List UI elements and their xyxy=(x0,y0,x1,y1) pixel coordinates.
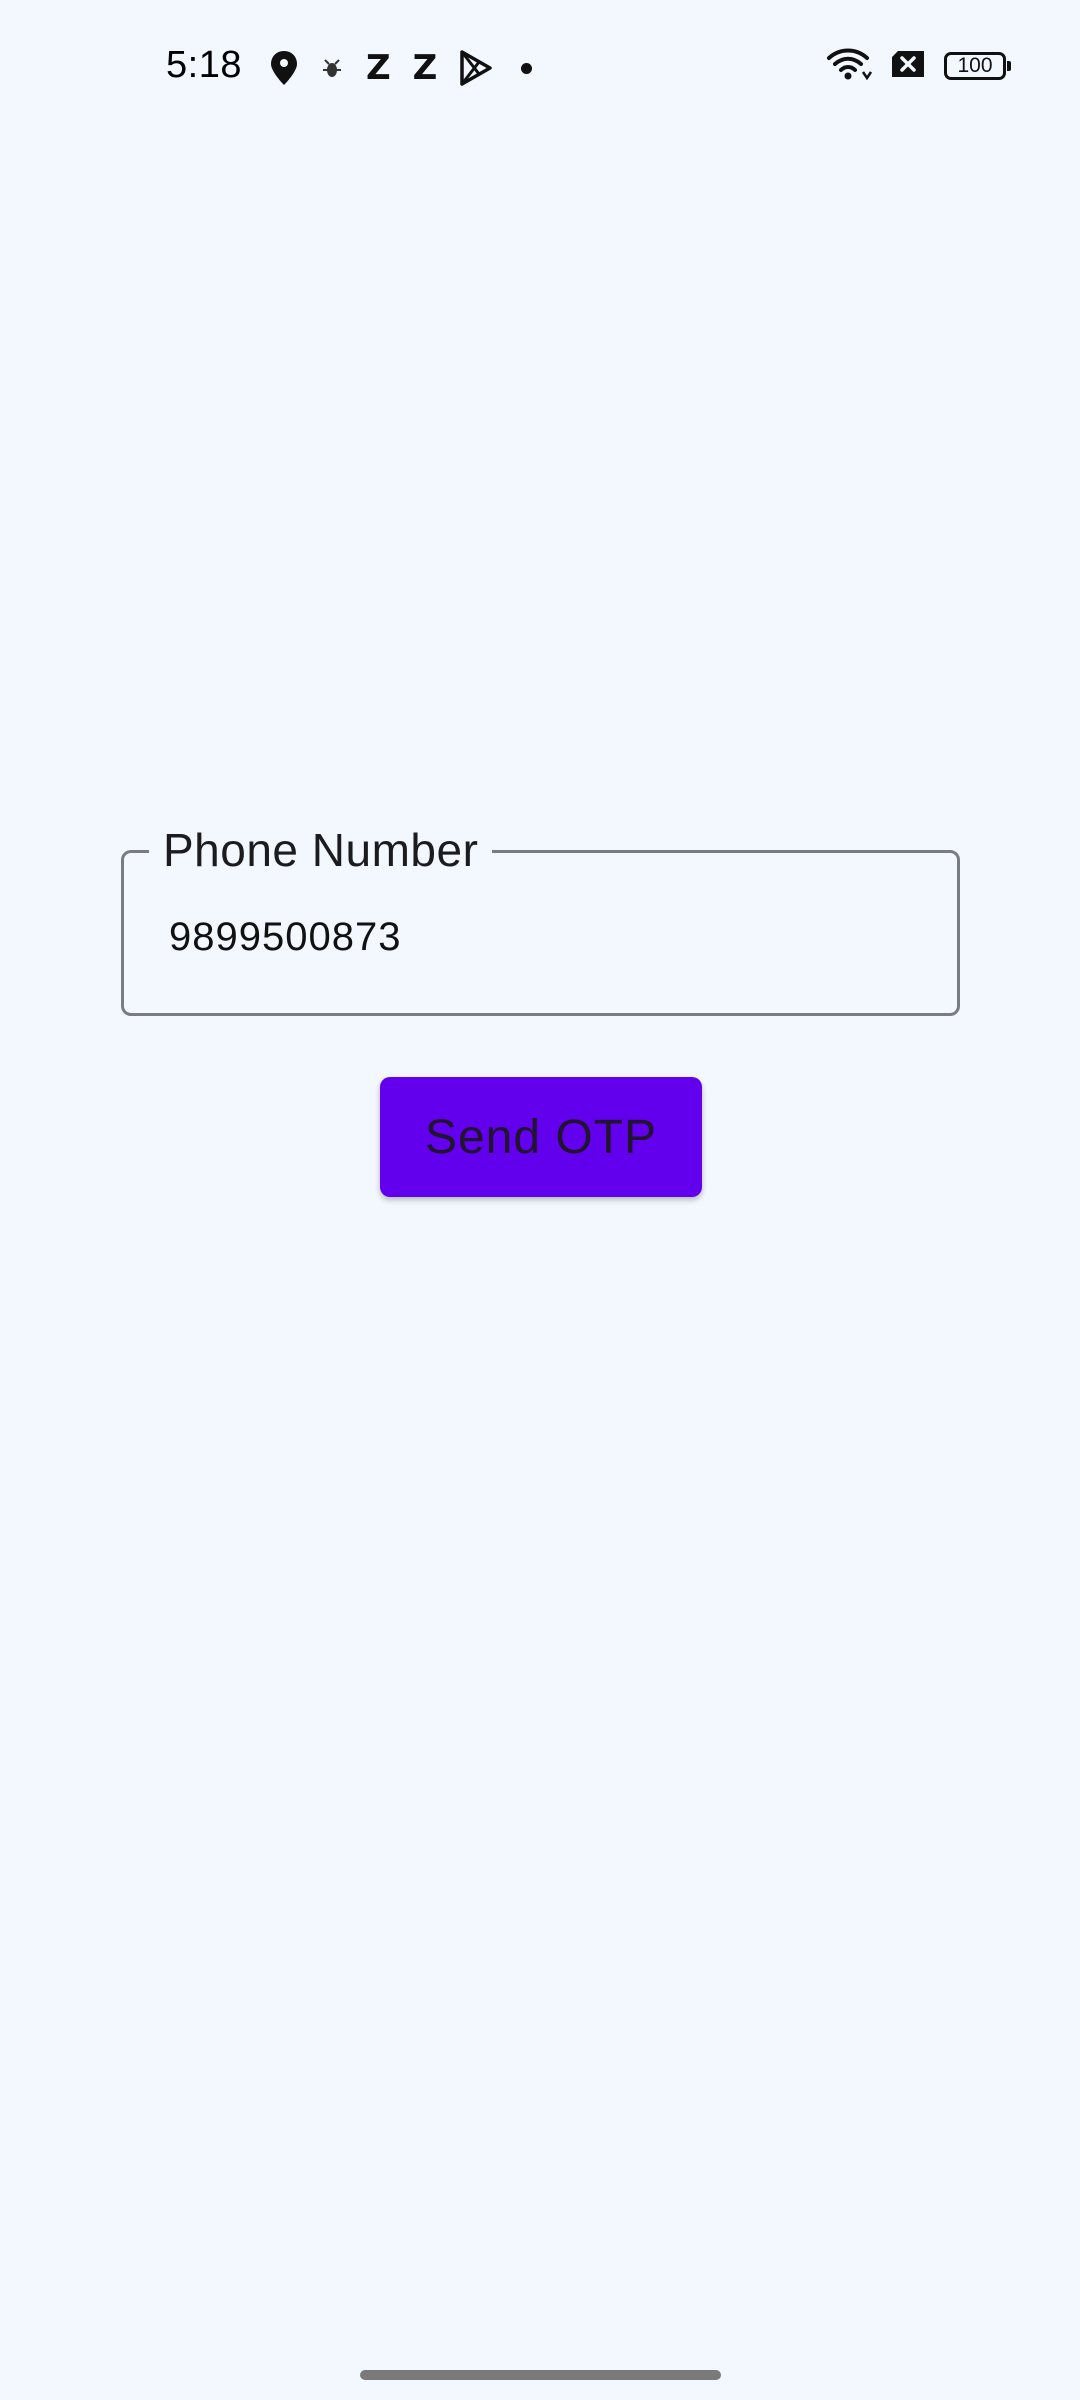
system-icons: 100 xyxy=(826,46,1011,87)
play-store-icon xyxy=(459,50,493,86)
status-time: 5:18 xyxy=(166,44,242,86)
wifi-icon xyxy=(826,46,873,87)
status-bar: 5:18 Z Z 100 xyxy=(0,0,1080,136)
dot-icon xyxy=(521,62,533,74)
no-sim-icon xyxy=(890,49,926,84)
phone-number-field[interactable]: Phone Number xyxy=(121,823,960,1016)
bug-icon xyxy=(320,56,344,80)
phone-number-input[interactable] xyxy=(169,907,909,967)
z-icon: Z xyxy=(366,48,391,88)
z-icon: Z xyxy=(412,48,438,88)
location-pin-icon xyxy=(270,50,298,86)
battery-icon: 100 xyxy=(944,52,1011,80)
phone-number-label: Phone Number xyxy=(149,823,493,877)
notification-icons: Z Z xyxy=(270,48,533,88)
gesture-nav-bar[interactable] xyxy=(360,2370,721,2380)
battery-level: 100 xyxy=(957,54,993,77)
send-otp-button[interactable]: Send OTP xyxy=(380,1077,702,1197)
